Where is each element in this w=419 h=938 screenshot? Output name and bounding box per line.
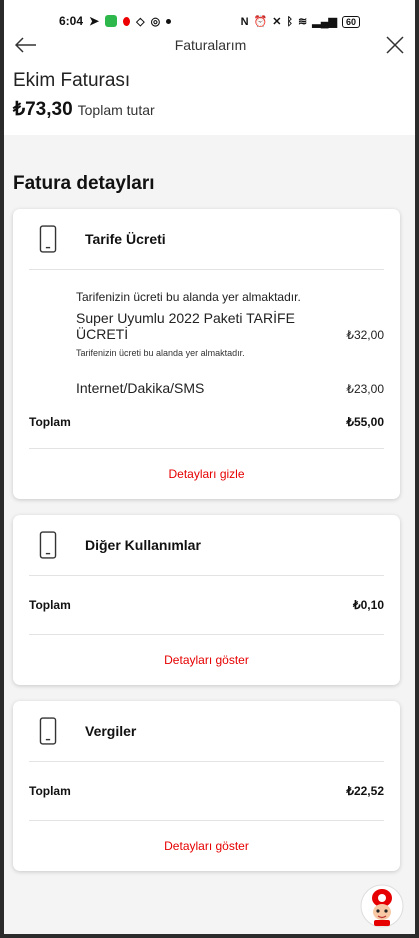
card-title: Diğer Kullanımlar xyxy=(85,537,201,553)
show-details-link[interactable]: Detayları göster xyxy=(164,653,249,667)
card-tariff-fee: Tarife Ücreti Tarifenizin ücreti bu alan… xyxy=(13,209,400,499)
phone-icon xyxy=(39,717,57,745)
close-button[interactable] xyxy=(383,33,407,57)
phone-icon xyxy=(39,531,57,559)
telegram-icon: ➤ xyxy=(89,14,100,28)
total-row: Toplam ₺0,10 xyxy=(29,576,384,635)
detail-value: ₺23,00 xyxy=(346,382,384,396)
mascot-icon[interactable] xyxy=(360,884,404,928)
back-button[interactable] xyxy=(14,33,38,57)
card-other-usage: Diğer Kullanımlar Toplam ₺0,10 Detayları… xyxy=(13,515,400,685)
total-row: Toplam ₺22,52 xyxy=(29,762,384,821)
detail-name: Internet/Dakika/SMS xyxy=(76,380,205,396)
signal-icon: ▂▄▆ xyxy=(312,16,337,28)
bill-total-label: Toplam tutar xyxy=(77,102,155,118)
detail-value: ₺32,00 xyxy=(346,328,384,342)
bill-name: Ekim Faturası xyxy=(13,70,131,91)
more-notifications-icon xyxy=(166,18,172,24)
wifi-icon: ≋ xyxy=(298,16,308,28)
app-screen: 6:04 ➤ ◇ ◎ N ⏰ ✕ ᛒ ≋ ▂▄▆ 60 Faturalarım … xyxy=(4,0,415,934)
page-title: Faturalarım xyxy=(174,37,247,53)
total-label: Toplam xyxy=(29,415,71,429)
header-area: 6:04 ➤ ◇ ◎ N ⏰ ✕ ᛒ ≋ ▂▄▆ 60 Faturalarım … xyxy=(4,0,415,135)
navigation-bar: Faturalarım xyxy=(4,28,415,62)
section-title: Fatura detayları xyxy=(13,173,155,194)
detail-row: Internet/Dakika/SMS ₺23,00 xyxy=(76,380,384,396)
total-value: ₺55,00 xyxy=(346,415,384,429)
mute-icon: ✕ xyxy=(272,16,282,28)
card-title: Tarife Ücreti xyxy=(85,231,166,247)
detail-note: Tarifenizin ücreti bu alanda yer almakta… xyxy=(76,348,245,358)
nfc-icon: N xyxy=(240,15,249,28)
drop-icon xyxy=(123,16,131,26)
show-details-link[interactable]: Detayları göster xyxy=(164,839,249,853)
card-details: Tarifenizin ücreti bu alanda yer almakta… xyxy=(29,270,384,396)
back-arrow-icon xyxy=(15,37,36,53)
total-label: Toplam xyxy=(29,598,71,612)
card-title: Vergiler xyxy=(85,723,137,739)
status-bar: 6:04 ➤ ◇ ◎ N ⏰ ✕ ᛒ ≋ ▂▄▆ 60 xyxy=(4,0,415,28)
status-time: 6:04 xyxy=(59,14,84,28)
instagram-icon: ◎ xyxy=(150,15,161,28)
close-icon xyxy=(386,36,404,54)
card-taxes: Vergiler Toplam ₺22,52 Detayları göster xyxy=(13,701,400,871)
detail-name: Super Uyumlu 2022 Paketi TARİFE ÜCRETİ xyxy=(76,310,295,342)
alarm-icon: ⏰ xyxy=(253,16,268,28)
hide-details-link[interactable]: Detayları gizle xyxy=(168,467,244,481)
detail-row: Super Uyumlu 2022 Paketi TARİFE ÜCRETİ ₺… xyxy=(76,310,384,342)
app-notification-icon xyxy=(105,15,118,27)
total-value: ₺0,10 xyxy=(353,598,384,612)
phone-icon xyxy=(39,225,57,253)
bill-amount: ₺73,30 xyxy=(13,99,73,120)
battery-icon: 60 xyxy=(341,15,360,28)
total-label: Toplam xyxy=(29,784,71,798)
bill-summary: Ekim Faturası ₺73,30 Toplam tutar xyxy=(4,62,415,135)
bluetooth-icon: ᛒ xyxy=(286,15,294,28)
total-row: Toplam ₺55,00 xyxy=(29,396,384,449)
total-value: ₺22,52 xyxy=(346,784,384,798)
detail-intro: Tarifenizin ücreti bu alanda yer almakta… xyxy=(76,290,301,304)
notification-icon: ◇ xyxy=(136,15,145,28)
